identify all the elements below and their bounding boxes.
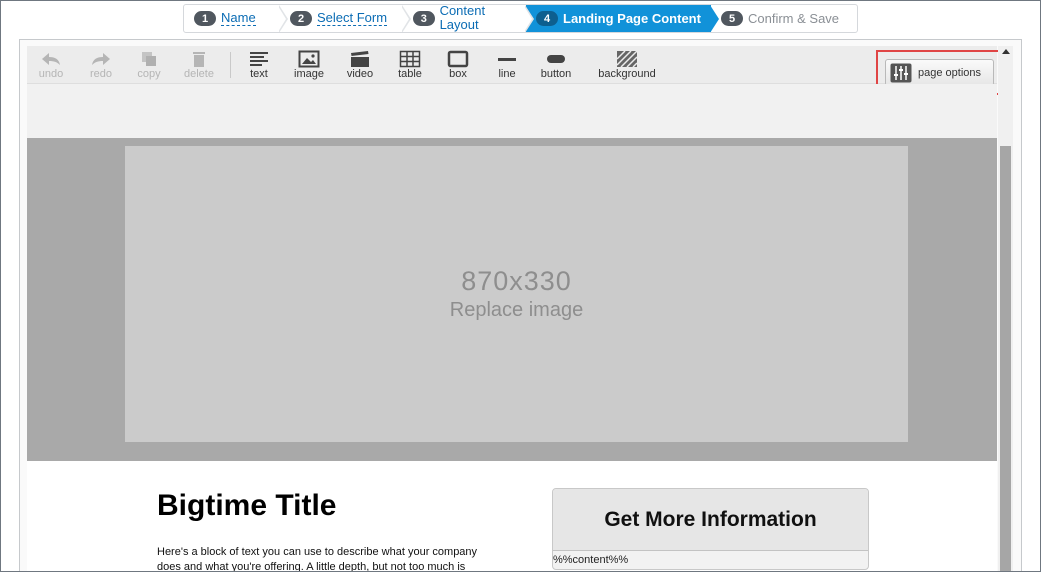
video-tool-label: video bbox=[346, 68, 374, 80]
background-icon bbox=[616, 50, 638, 68]
undo-icon bbox=[42, 53, 60, 65]
step-label: Content Layout bbox=[440, 5, 526, 32]
sliders-icon bbox=[890, 63, 912, 82]
step-label: Landing Page Content bbox=[563, 10, 701, 26]
undo-button[interactable]: undo bbox=[35, 50, 67, 82]
button-icon bbox=[547, 55, 565, 63]
copy-label: copy bbox=[137, 68, 161, 80]
step-number: 1 bbox=[194, 11, 216, 26]
redo-button[interactable]: redo bbox=[85, 50, 117, 82]
canvas-header-area[interactable] bbox=[27, 84, 997, 138]
table-icon bbox=[399, 50, 421, 68]
image-tool-label: image bbox=[294, 68, 324, 80]
wizard-steps: 1 Name 2 Select Form 3 Content Layout 4 … bbox=[183, 4, 858, 33]
chevron-right-icon bbox=[524, 5, 534, 32]
image-placeholder[interactable]: 870x330 Replace image bbox=[125, 146, 908, 442]
button-tool-label: button bbox=[540, 68, 572, 80]
table-tool-label: table bbox=[398, 68, 422, 80]
content-section[interactable]: Bigtime Title Here's a block of text you… bbox=[27, 461, 997, 571]
text-tool-label: text bbox=[250, 68, 268, 80]
table-tool-button[interactable]: table bbox=[393, 50, 427, 82]
hero-section[interactable]: 870x330 Replace image bbox=[27, 138, 997, 461]
line-tool-label: line bbox=[498, 68, 516, 80]
redo-label: redo bbox=[89, 68, 113, 80]
step-label: Confirm & Save bbox=[748, 10, 840, 26]
chevron-right-icon bbox=[278, 5, 288, 32]
video-tool-button[interactable]: video bbox=[342, 50, 378, 82]
scrollbar-thumb[interactable] bbox=[1000, 146, 1011, 571]
body-text-block[interactable]: Here's a block of text you can use to de… bbox=[157, 545, 487, 571]
box-tool-label: box bbox=[449, 68, 467, 80]
redo-icon bbox=[92, 53, 110, 65]
app-window: 1 Name 2 Select Form 3 Content Layout 4 … bbox=[0, 0, 1041, 572]
landing-page-editor: undo redo copy delete text image video t… bbox=[19, 39, 1022, 571]
page-options-button[interactable]: page options bbox=[885, 59, 994, 86]
placeholder-dimensions: 870x330 bbox=[461, 266, 572, 296]
step-name[interactable]: 1 Name bbox=[184, 5, 288, 32]
scroll-up-arrow-icon[interactable] bbox=[1002, 49, 1010, 54]
text-icon bbox=[250, 52, 268, 66]
page-options-label: page options bbox=[918, 66, 981, 79]
copy-icon bbox=[142, 52, 156, 66]
get-more-information-button[interactable]: Get More Information bbox=[553, 489, 868, 551]
delete-button[interactable]: delete bbox=[181, 50, 217, 82]
chevron-right-icon bbox=[710, 5, 719, 32]
page-title[interactable]: Bigtime Title bbox=[157, 489, 336, 523]
vertical-scrollbar[interactable] bbox=[998, 46, 1013, 571]
image-tool-button[interactable]: image bbox=[291, 50, 327, 82]
step-number: 5 bbox=[721, 11, 743, 26]
step-select-form[interactable]: 2 Select Form bbox=[280, 5, 411, 32]
step-content-layout[interactable]: 3 Content Layout bbox=[403, 5, 534, 32]
video-icon bbox=[351, 51, 369, 67]
image-icon bbox=[298, 50, 320, 68]
copy-button[interactable]: copy bbox=[133, 50, 165, 82]
step-number: 3 bbox=[413, 11, 435, 26]
editor-toolbar: undo redo copy delete text image video t… bbox=[27, 46, 1003, 95]
delete-label: delete bbox=[184, 68, 214, 80]
step-confirm-save[interactable]: 5 Confirm & Save bbox=[711, 5, 857, 32]
line-icon bbox=[498, 58, 516, 61]
box-icon bbox=[447, 50, 469, 68]
form-box[interactable]: Get More Information %%content%% bbox=[552, 488, 869, 570]
trash-icon bbox=[193, 52, 205, 67]
form-content-token: %%content%% bbox=[553, 554, 629, 566]
step-label: Name bbox=[221, 10, 256, 26]
step-label: Select Form bbox=[317, 10, 388, 26]
step-number: 4 bbox=[536, 11, 558, 26]
chevron-right-icon bbox=[401, 5, 411, 32]
replace-image-link[interactable]: Replace image bbox=[450, 299, 583, 322]
box-tool-button[interactable]: box bbox=[442, 50, 474, 82]
background-tool-label: background bbox=[598, 68, 656, 80]
line-tool-button[interactable]: line bbox=[491, 50, 523, 82]
button-tool-button[interactable]: button bbox=[535, 50, 577, 82]
text-tool-button[interactable]: text bbox=[243, 50, 275, 82]
background-tool-button[interactable]: background bbox=[592, 50, 662, 82]
toolbar-divider bbox=[230, 52, 231, 78]
step-number: 2 bbox=[290, 11, 312, 26]
undo-label: undo bbox=[38, 68, 64, 80]
step-landing-page-content[interactable]: 4 Landing Page Content bbox=[526, 5, 719, 32]
